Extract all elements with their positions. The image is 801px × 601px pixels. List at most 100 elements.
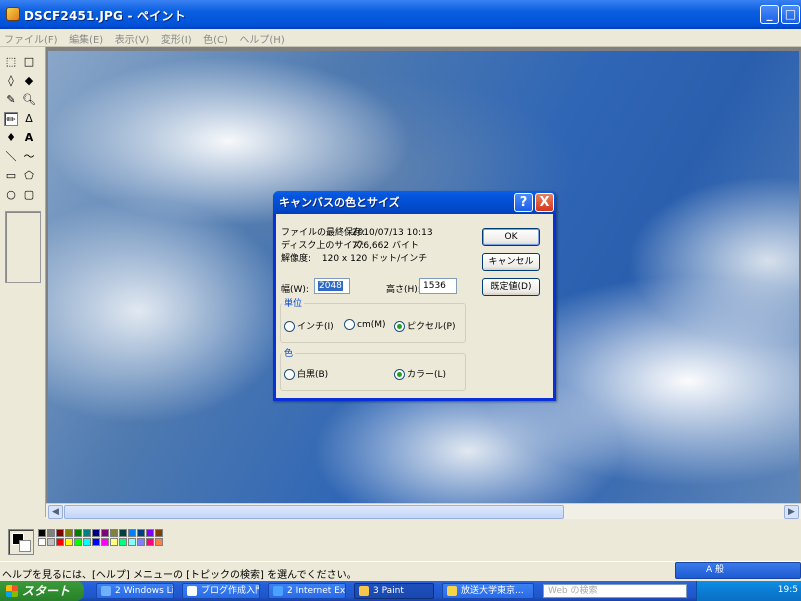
- rectangle-icon[interactable]: ▭: [4, 169, 18, 183]
- ok-button[interactable]: OK: [482, 228, 540, 246]
- palette-swatch[interactable]: [92, 538, 100, 546]
- start-button[interactable]: スタート: [0, 581, 84, 601]
- maximize-button[interactable]: □: [781, 5, 800, 24]
- palette-swatch[interactable]: [38, 529, 46, 537]
- task-paint[interactable]: 3 Paint: [354, 583, 434, 599]
- palette-swatch[interactable]: [65, 529, 73, 537]
- minimize-button[interactable]: _: [760, 5, 779, 24]
- palette-swatch[interactable]: [119, 529, 127, 537]
- task-label: ブログ作成入門...: [201, 586, 259, 596]
- tool-options-box[interactable]: [5, 211, 41, 283]
- palette-swatch[interactable]: [56, 529, 64, 537]
- brush-icon[interactable]: ᐃ: [22, 112, 36, 126]
- palette-swatch[interactable]: [83, 529, 91, 537]
- palette-swatch[interactable]: [101, 538, 109, 546]
- palette-swatch[interactable]: [74, 538, 82, 546]
- palette-swatch[interactable]: [128, 529, 136, 537]
- task-blog[interactable]: ブログ作成入門...: [182, 583, 260, 599]
- palette-swatch[interactable]: [119, 538, 127, 546]
- rounded-rect-icon[interactable]: ▢: [22, 188, 36, 202]
- task-folder[interactable]: 放送大学東京...: [442, 583, 534, 599]
- info-label: ファイルの最終保存:: [281, 228, 366, 238]
- radio-label: cm(M): [357, 320, 386, 330]
- background-color: [19, 540, 31, 552]
- palette-swatch[interactable]: [38, 538, 46, 546]
- palette-swatch[interactable]: [155, 538, 163, 546]
- menu-image[interactable]: 変形(I): [157, 29, 196, 48]
- palette-swatch[interactable]: [110, 538, 118, 546]
- menu-view[interactable]: 表示(V): [111, 29, 154, 48]
- palette-swatch[interactable]: [83, 538, 91, 546]
- fill-icon[interactable]: ◆: [22, 74, 36, 88]
- pencil-icon[interactable]: ✏: [4, 112, 18, 126]
- units-group-label: 単位: [282, 296, 305, 309]
- eraser-icon[interactable]: ◊: [4, 74, 18, 88]
- palette-swatch[interactable]: [65, 538, 73, 546]
- clock[interactable]: 19:5: [778, 585, 798, 595]
- radio-label: ピクセル(P): [407, 322, 456, 332]
- magnifier-icon[interactable]: 🔍︎: [22, 93, 36, 107]
- color-picker-icon[interactable]: ✎: [4, 93, 18, 107]
- radio-circle: [284, 369, 295, 380]
- rect-select-icon[interactable]: □: [22, 55, 36, 69]
- close-button[interactable]: X: [535, 193, 554, 212]
- radio-circle: [284, 321, 295, 332]
- language-bar[interactable]: A 般: [675, 562, 801, 579]
- color-color-radio[interactable]: カラー(L): [394, 367, 446, 380]
- width-label: 幅(W):: [281, 285, 309, 295]
- radio-label: 白黒(B): [297, 370, 329, 380]
- palette-swatch[interactable]: [74, 529, 82, 537]
- palette-swatch[interactable]: [56, 538, 64, 546]
- airbrush-icon[interactable]: ♦: [4, 131, 18, 145]
- cancel-button[interactable]: キャンセル: [482, 253, 540, 271]
- palette-swatch[interactable]: [137, 529, 145, 537]
- title-bar[interactable]: DSCF2451.JPG - ペイント _ □: [0, 0, 801, 29]
- scroll-thumb[interactable]: [64, 505, 564, 519]
- task-windows-live[interactable]: 2 Windows Li...: [96, 583, 174, 599]
- palette-swatch[interactable]: [47, 529, 55, 537]
- scroll-right-arrow-icon[interactable]: ▶: [784, 505, 799, 519]
- height-input[interactable]: 1536: [419, 278, 457, 294]
- palette-swatch[interactable]: [110, 529, 118, 537]
- windows-live-icon: [101, 586, 111, 596]
- color-bw-radio[interactable]: 白黒(B): [284, 367, 328, 380]
- ellipse-icon[interactable]: ○: [4, 188, 18, 202]
- unit-pixel-radio[interactable]: ピクセル(P): [394, 319, 455, 332]
- radio-circle: [394, 369, 405, 380]
- free-select-icon[interactable]: ⬚: [4, 55, 18, 69]
- palette-swatch[interactable]: [101, 529, 109, 537]
- palette-swatch[interactable]: [47, 538, 55, 546]
- help-button[interactable]: ?: [514, 193, 533, 212]
- menu-help[interactable]: ヘルプ(H): [235, 29, 288, 48]
- current-colors: [8, 529, 34, 555]
- menu-edit[interactable]: 編集(E): [65, 29, 107, 48]
- menu-colors[interactable]: 色(C): [199, 29, 232, 48]
- palette-swatch[interactable]: [92, 529, 100, 537]
- radio-label: インチ(I): [297, 322, 334, 332]
- palette-swatch[interactable]: [146, 529, 154, 537]
- width-input[interactable]: 2048: [314, 278, 350, 294]
- canvas-size-dialog: キャンバスの色とサイズ ? X ファイルの最終保存: 2010/07/13 10…: [273, 191, 556, 401]
- curve-icon[interactable]: ～: [22, 150, 36, 164]
- palette-swatch[interactable]: [146, 538, 154, 546]
- menu-file[interactable]: ファイル(F): [0, 29, 62, 48]
- task-internet-explorer[interactable]: 2 Internet Ex...: [268, 583, 346, 599]
- web-search-input[interactable]: Web の検索: [543, 584, 687, 598]
- palette-swatch[interactable]: [137, 538, 145, 546]
- palette-swatch[interactable]: [155, 529, 163, 537]
- default-button[interactable]: 既定値(D): [482, 278, 540, 296]
- paint-app-icon[interactable]: [6, 7, 20, 21]
- document-icon: [187, 586, 197, 596]
- color-group-label: 色: [282, 346, 296, 359]
- line-icon[interactable]: ＼: [4, 150, 18, 164]
- horizontal-scrollbar[interactable]: ◀ ▶: [46, 503, 801, 519]
- unit-inch-radio[interactable]: インチ(I): [284, 319, 334, 332]
- unit-cm-radio[interactable]: cm(M): [344, 319, 386, 330]
- scroll-left-arrow-icon[interactable]: ◀: [48, 505, 63, 519]
- height-label: 高さ(H):: [386, 285, 421, 295]
- text-icon[interactable]: A: [22, 131, 36, 145]
- toolbox: ⬚ □ ◊ ◆ ✎ 🔍︎ ✏ ᐃ ♦ A ＼ ～ ▭ ⬠ ○ ▢: [0, 47, 46, 517]
- polygon-icon[interactable]: ⬠: [22, 169, 36, 183]
- palette-swatch[interactable]: [128, 538, 136, 546]
- task-label: 3 Paint: [373, 586, 404, 596]
